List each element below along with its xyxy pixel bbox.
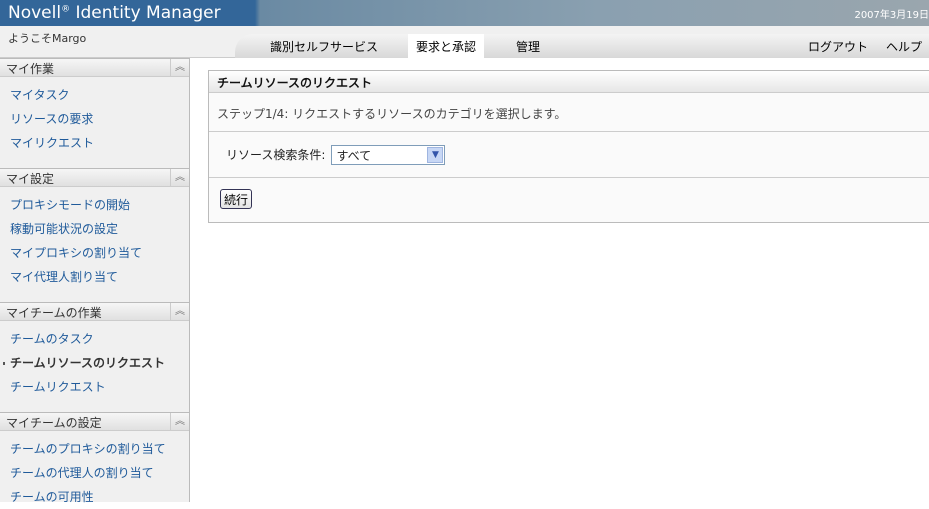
date: 2007年3月19日 — [854, 10, 929, 21]
collapse-icon[interactable]: ︽ — [170, 169, 189, 186]
request-panel: チームリソースのリクエスト ステップ1/4: リクエストするリソースのカテゴリを… — [208, 70, 929, 223]
brand-mark: ® — [61, 4, 71, 15]
step-label: ステップ1/4: — [217, 107, 289, 121]
sidebar-item-my-tasks[interactable]: マイタスク — [0, 83, 189, 107]
banner: Novell® Identity Manager 2007年3月19日 — [0, 0, 929, 26]
sidebar-item-team-proxy[interactable]: チームのプロキシの割り当て — [0, 437, 189, 461]
section-header: マイ作業 ︽ — [0, 58, 189, 77]
sidebar-item-team-tasks[interactable]: チームのタスク — [0, 327, 189, 351]
tab-requests-approvals[interactable]: 要求と承認 — [408, 34, 485, 58]
chevron-down-icon[interactable]: ▼ — [427, 146, 444, 163]
section-my-work: マイ作業 ︽ マイタスク リソースの要求 マイリクエスト — [0, 58, 189, 168]
sidebar-item-availability[interactable]: 稼動可能状況の設定 — [0, 217, 189, 241]
product-name: Identity Manager — [75, 3, 221, 23]
section-header: マイチームの作業 ︽ — [0, 302, 189, 321]
logout-link[interactable]: ログアウト — [808, 38, 868, 55]
panel-title: チームリソースのリクエスト — [209, 71, 929, 93]
section-my-settings: マイ設定 ︽ プロキシモードの開始 稼動可能状況の設定 マイプロキシの割り当て マ… — [0, 168, 189, 302]
sidebar-item-my-delegate[interactable]: マイ代理人割り当て — [0, 265, 189, 289]
section-team-work: マイチームの作業 ︽ チームのタスク チームリソースのリクエスト チームリクエスト — [0, 302, 189, 412]
help-link[interactable]: ヘルプ — [886, 38, 922, 55]
step-text: リクエストするリソースのカテゴリを選択します。 — [288, 107, 567, 121]
sidebar-item-team-resource-request[interactable]: チームリソースのリクエスト — [0, 351, 189, 375]
tab-identity-self-service[interactable]: 識別セルフサービス — [270, 38, 378, 55]
sidebar-item-team-availability[interactable]: チームの可用性 — [0, 485, 189, 509]
brand-logo: Novell® Identity Manager — [8, 3, 221, 23]
collapse-icon[interactable]: ︽ — [170, 59, 189, 76]
sidebar-item-my-proxy[interactable]: マイプロキシの割り当て — [0, 241, 189, 265]
filter-row: リソース検索条件: すべて ▼ — [209, 132, 929, 178]
select-value: すべて — [336, 148, 372, 163]
section-team-settings: マイチームの設定 ︽ チームのプロキシの割り当て チームの代理人の割り当て チーム… — [0, 412, 189, 509]
sidebar-item-request-resource[interactable]: リソースの要求 — [0, 107, 189, 131]
section-header: マイ設定 ︽ — [0, 168, 189, 187]
sidebar: マイ作業 ︽ マイタスク リソースの要求 マイリクエスト マイ設定 ︽ プロキシモー… — [0, 58, 190, 504]
collapse-icon[interactable]: ︽ — [170, 413, 189, 430]
continue-button[interactable]: 続行 — [220, 189, 253, 209]
sidebar-item-start-proxy[interactable]: プロキシモードの開始 — [0, 193, 189, 217]
sidebar-item-team-requests[interactable]: チームリクエスト — [0, 375, 189, 399]
section-title: マイ作業 — [6, 62, 55, 76]
sidebar-item-my-requests[interactable]: マイリクエスト — [0, 131, 189, 155]
welcome-text: ようこそMargo — [8, 32, 87, 45]
nav-bar: ようこそMargo 識別セルフサービス 要求と承認 管理 ログアウト ヘルプ — [0, 26, 929, 58]
collapse-icon[interactable]: ︽ — [170, 303, 189, 320]
section-title: マイチームの作業 — [6, 306, 102, 320]
filter-label: リソース検索条件: — [226, 148, 326, 162]
sidebar-item-team-delegate[interactable]: チームの代理人の割り当て — [0, 461, 189, 485]
category-select[interactable]: すべて ▼ — [331, 144, 446, 165]
section-header: マイチームの設定 ︽ — [0, 412, 189, 431]
section-title: マイチームの設定 — [6, 416, 102, 430]
step-instruction: ステップ1/4: リクエストするリソースのカテゴリを選択します。 — [209, 93, 929, 132]
tab-administration[interactable]: 管理 — [516, 38, 540, 55]
section-title: マイ設定 — [6, 172, 55, 186]
brand-name: Novell — [8, 3, 62, 23]
